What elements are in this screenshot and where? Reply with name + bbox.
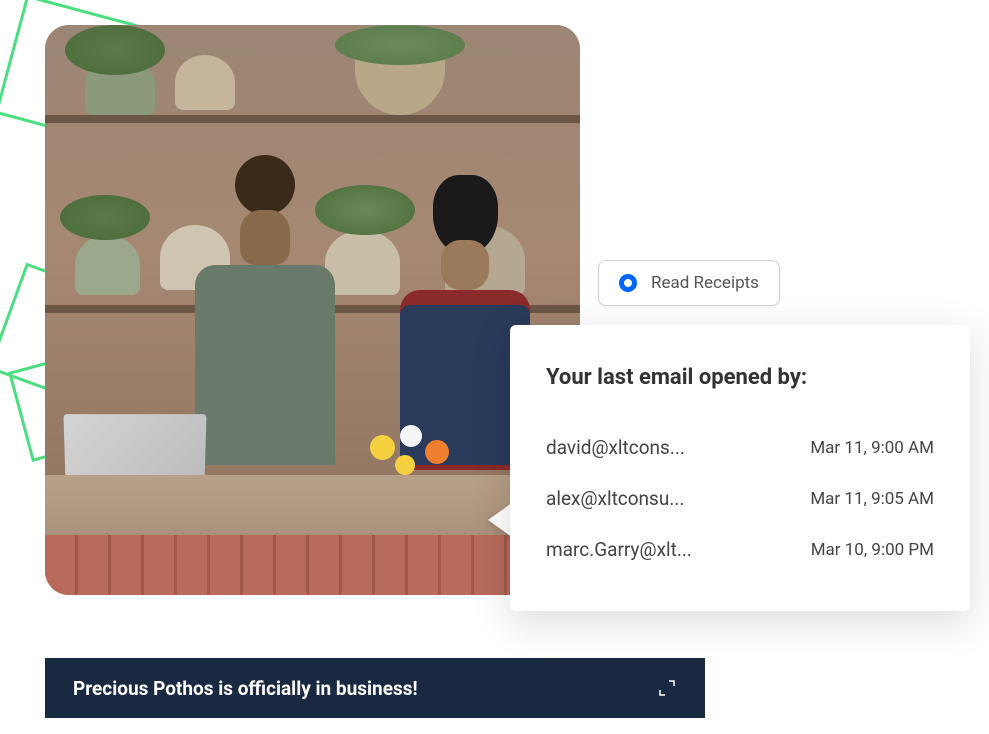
- email-timestamp: Mar 11, 9:00 AM: [810, 438, 934, 458]
- banner-text: Precious Pothos is officially in busines…: [73, 677, 418, 700]
- expand-icon[interactable]: [657, 678, 677, 698]
- email-row: alex@xltconsu... Mar 11, 9:05 AM: [546, 473, 934, 524]
- email-row: marc.Garry@xlt... Mar 10, 9:00 PM: [546, 524, 934, 575]
- email-row: david@xltcons... Mar 11, 9:00 AM: [546, 422, 934, 473]
- email-address: marc.Garry@xlt...: [546, 538, 692, 561]
- email-address: alex@xltconsu...: [546, 487, 684, 510]
- email-timestamp: Mar 10, 9:00 PM: [811, 540, 934, 560]
- email-opened-card: Your last email opened by: david@xltcons…: [510, 325, 970, 611]
- radio-selected-icon: [619, 274, 637, 292]
- email-card-title: Your last email opened by:: [546, 365, 934, 390]
- email-address: david@xltcons...: [546, 436, 685, 459]
- read-receipts-label: Read Receipts: [651, 273, 759, 293]
- read-receipts-badge[interactable]: Read Receipts: [598, 260, 780, 306]
- email-timestamp: Mar 11, 9:05 AM: [810, 489, 934, 509]
- announcement-banner: Precious Pothos is officially in busines…: [45, 658, 705, 718]
